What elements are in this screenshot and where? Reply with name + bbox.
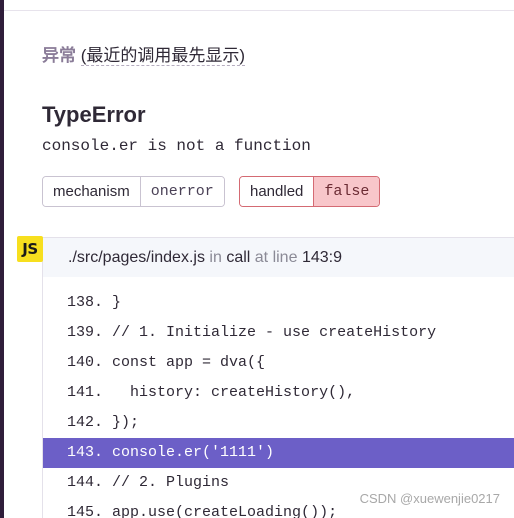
code-line: 141. history: createHistory(), [43, 378, 514, 408]
line-number: 141. [67, 384, 104, 401]
line-code: } [112, 294, 122, 311]
line-code: // 1. Initialize - use createHistory [112, 324, 437, 341]
line-number: 145. [67, 504, 104, 518]
exception-type: TypeError [42, 102, 146, 127]
tag-key: handled [240, 177, 315, 206]
line-code: history: createHistory(), [112, 384, 356, 401]
line-code: app.use(createLoading()); [112, 504, 338, 518]
code-line: 140. const app = dva({ [43, 348, 514, 378]
line-code: // 2. Plugins [112, 474, 230, 491]
line-number: 138. [67, 294, 104, 311]
tag-value: onerror [140, 177, 224, 206]
top-divider [4, 10, 514, 11]
code-line: 139. // 1. Initialize - use createHistor… [43, 318, 514, 348]
code-line: 138. } [43, 288, 514, 318]
exception-section-title: 异常 (最近的调用最先显示) [42, 45, 246, 67]
code-line: 142. }); [43, 408, 514, 438]
mechanism-tag: mechanism onerror [42, 176, 225, 207]
line-number: 142. [67, 414, 104, 431]
left-rail [0, 0, 4, 518]
watermark: CSDN @xuewenjie0217 [359, 491, 500, 506]
line-number: 140. [67, 354, 104, 371]
stack-frame-header[interactable]: ./src/pages/index.js in call at line 143… [42, 237, 514, 277]
javascript-icon: JS [17, 236, 43, 262]
line-number: 139. [67, 324, 104, 341]
line-code: const app = dva({ [112, 354, 266, 371]
frame-location: 143:9 [301, 249, 342, 266]
stack-order-toggle[interactable]: (最近的调用最先显示) [80, 46, 246, 66]
frame-filename: ./src/pages/index.js [68, 249, 205, 266]
line-code: console.er('1111') [112, 444, 275, 461]
tag-key: mechanism [43, 177, 141, 206]
handled-tag: handled false [239, 176, 381, 207]
code-context: 138. } 139. // 1. Initialize - use create… [42, 277, 514, 518]
line-number: 144. [67, 474, 104, 491]
frame-function: call [226, 249, 251, 266]
line-code: }); [112, 414, 140, 431]
tag-value: false [314, 177, 380, 206]
line-number: 143. [67, 444, 104, 461]
frame-at-line-word: at line [254, 249, 298, 266]
exception-label: 异常 [42, 46, 76, 65]
exception-message: console.er is not a function [42, 137, 311, 155]
code-line-highlighted: 143. console.er('1111') [43, 438, 514, 468]
frame-in-word: in [209, 249, 222, 266]
